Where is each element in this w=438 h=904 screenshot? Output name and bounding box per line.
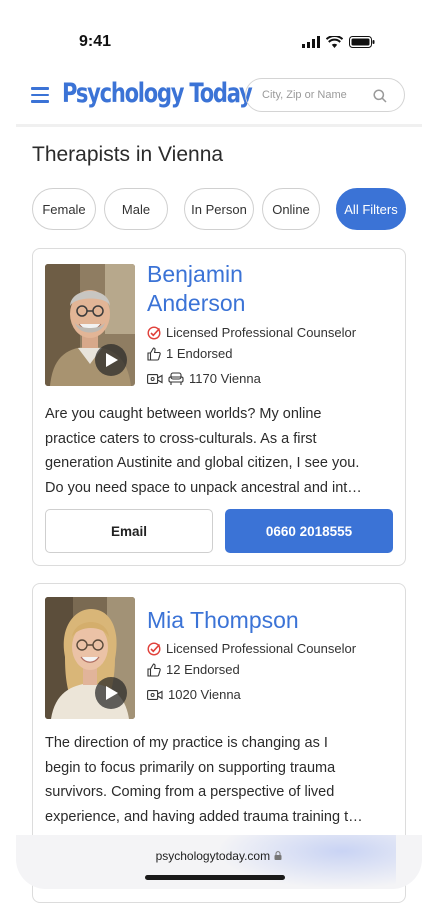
phone-screen: 9:41 Psychology Today City, Zip or Name: [16, 0, 422, 904]
credential-text: Licensed Professional Counselor: [166, 325, 357, 340]
home-indicator[interactable]: [145, 875, 285, 880]
search-icon[interactable]: [373, 89, 387, 103]
location-text: 1170 Vienna: [189, 371, 261, 386]
play-icon: [106, 686, 118, 700]
play-video-button[interactable]: [95, 344, 127, 376]
call-button[interactable]: 0660 2018555: [225, 509, 393, 553]
description-line: survivors. Coming from a perspective of …: [45, 784, 335, 800]
therapist-card[interactable]: Benjamin Anderson Licensed Professional …: [32, 248, 406, 566]
in-person-chair-icon: [168, 371, 184, 385]
filter-female[interactable]: Female: [32, 188, 96, 230]
play-video-button[interactable]: [95, 677, 127, 709]
signal-icon: [302, 36, 320, 48]
status-icons: [302, 36, 375, 48]
verified-check-icon: [147, 641, 161, 656]
credential-text: Licensed Professional Counselor: [166, 641, 357, 656]
url-text: psychologytoday.com: [155, 849, 271, 863]
therapist-photo[interactable]: [45, 597, 135, 719]
filter-all-filters[interactable]: All Filters: [336, 188, 406, 230]
play-icon: [106, 353, 118, 367]
thumbs-up-icon: [147, 346, 161, 361]
endorsed-count: 1 Endorsed: [166, 346, 233, 361]
filter-online[interactable]: Online: [262, 188, 320, 230]
description-line: Are you caught between worlds? My online: [45, 406, 322, 422]
endorsed-row: 12 Endorsed: [147, 662, 240, 677]
endorsed-row: 1 Endorsed: [147, 346, 233, 361]
psychology-today-logo[interactable]: Psychology Today: [62, 78, 253, 109]
page-title: Therapists in Vienna: [32, 143, 224, 166]
therapist-description[interactable]: Are you caught between worlds? My online…: [45, 402, 397, 500]
hamburger-menu-icon[interactable]: [31, 87, 49, 103]
therapist-photo[interactable]: [45, 264, 135, 386]
header-divider: [16, 124, 422, 127]
location-text: 1020 Vienna: [168, 687, 241, 702]
credential-row: Licensed Professional Counselor: [147, 641, 356, 656]
url-bar[interactable]: psychologytoday.com: [16, 849, 422, 863]
search-input[interactable]: City, Zip or Name: [245, 78, 405, 112]
video-session-icon: [147, 373, 163, 384]
filter-in-person[interactable]: In Person: [184, 188, 254, 230]
video-session-icon: [147, 689, 163, 700]
lock-icon: [274, 851, 282, 860]
name-line-1: Benjamin: [147, 261, 243, 287]
description-line: The direction of my practice is changing…: [45, 735, 328, 751]
therapist-description[interactable]: The direction of my practice is changing…: [45, 731, 397, 829]
location-row: 1170 Vienna: [147, 371, 261, 386]
credential-row: Licensed Professional Counselor: [147, 325, 356, 340]
description-line: Do you need space to unpack ancestral an…: [45, 479, 362, 496]
therapist-name[interactable]: Benjamin Anderson: [147, 260, 245, 318]
browser-bottom-bar: psychologytoday.com: [16, 835, 422, 889]
battery-icon: [349, 36, 375, 48]
description-line: practice caters to cross-culturals. As a…: [45, 430, 317, 447]
search-placeholder: City, Zip or Name: [262, 89, 347, 101]
endorsed-count: 12 Endorsed: [166, 662, 240, 677]
filter-male[interactable]: Male: [104, 188, 168, 230]
email-button[interactable]: Email: [45, 509, 213, 553]
verified-check-icon: [147, 325, 161, 340]
description-line: experience, and having added trauma trai…: [45, 808, 363, 825]
description-line: begin to focus primarily on supporting t…: [45, 759, 336, 776]
description-line: generation Austinite and global citizen,…: [45, 455, 360, 471]
status-time: 9:41: [79, 33, 112, 50]
therapist-name[interactable]: Mia Thompson: [147, 606, 299, 635]
status-bar: 9:41: [16, 28, 422, 56]
thumbs-up-icon: [147, 662, 161, 677]
location-row: 1020 Vienna: [147, 687, 241, 702]
wifi-icon: [326, 36, 343, 48]
name-line-2: Anderson: [147, 290, 246, 316]
site-header: Psychology Today City, Zip or Name: [16, 72, 422, 122]
